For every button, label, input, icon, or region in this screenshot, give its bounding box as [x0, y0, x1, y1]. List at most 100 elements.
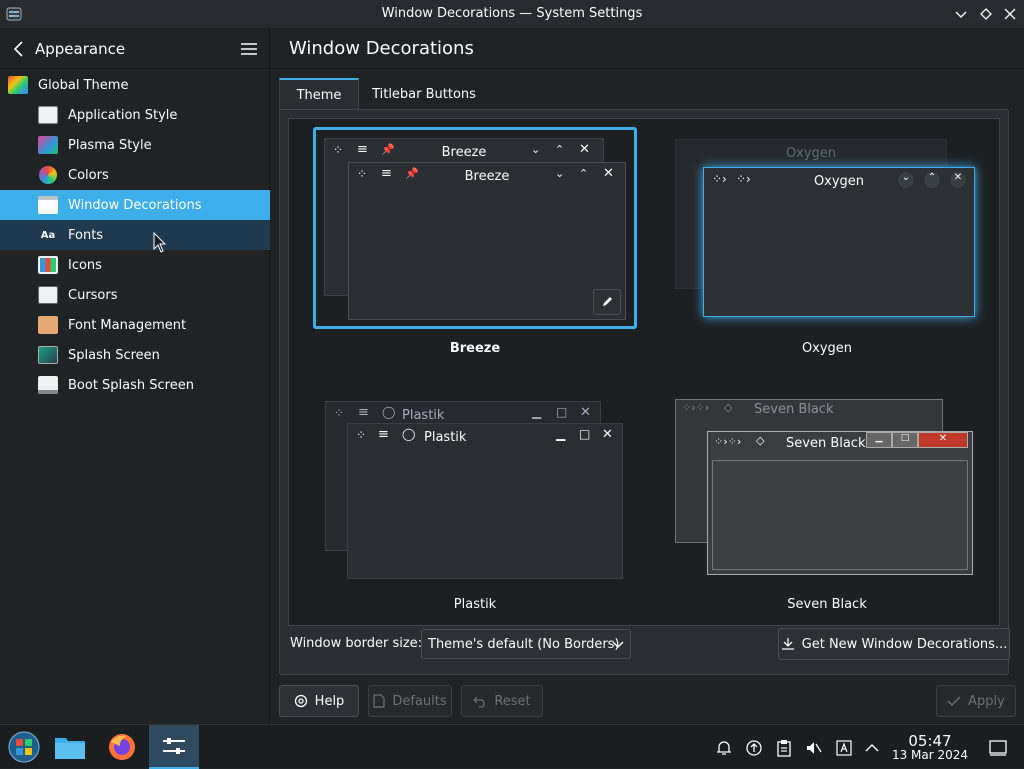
decoration-tile-plastik[interactable]: ⁘ ≡ ◯ Plastik ▁ □ ✕ ⁘ ≡ ◯ Plastik ▁ □ ✕	[313, 389, 637, 591]
seven-black-front-titlebar: ⁘›⁘› ◇ Seven Black ▁ □ ✕	[708, 432, 972, 454]
clipboard-icon	[777, 740, 791, 757]
apply-button[interactable]: Apply	[936, 685, 1016, 717]
chevron-up-icon: ⌃	[924, 172, 940, 188]
oxygen-back-title: Oxygen	[785, 145, 837, 161]
keyboard-layout-tray-icon[interactable]	[834, 738, 854, 758]
decoration-grid: ⁘ ≡ 📌 Breeze ⌄ ⌃ ✕ ⁘ ≡ 📌 Breeze ⌄ ⌃ ✕ Br…	[288, 118, 1000, 626]
decoration-tile-oxygen[interactable]: Oxygen ⁘› ⁘› Oxygen ⌄ ⌃ ✕	[665, 127, 989, 329]
minimize-button[interactable]	[952, 5, 970, 23]
sidebar-item-label: Global Theme	[38, 77, 129, 93]
page-title: Window Decorations	[289, 38, 474, 59]
sidebar-item-label: Colors	[68, 167, 109, 183]
folder-icon	[55, 738, 85, 759]
chevron-up-icon: ⌃	[555, 143, 565, 156]
theme-panel: ⁘ ≡ 📌 Breeze ⌄ ⌃ ✕ ⁘ ≡ 📌 Breeze ⌄ ⌃ ✕ Br…	[279, 109, 1010, 675]
notifications-tray-icon[interactable]	[714, 738, 734, 758]
sidebar-item-fonts[interactable]: Aa Fonts	[0, 220, 270, 250]
clipboard-tray-icon[interactable]	[774, 738, 794, 758]
dots-icon: ⁘›⁘›	[682, 401, 710, 414]
sidebar-item-icons[interactable]: Icons	[0, 250, 270, 280]
text-input-icon	[836, 740, 852, 756]
sidebar-item-label: Window Decorations	[68, 197, 202, 213]
window-decorations-icon	[38, 196, 58, 214]
taskbar-firefox[interactable]	[98, 725, 146, 769]
plastik-front-title: Plastik	[424, 429, 467, 445]
chevron-down-icon: ⌄	[531, 143, 541, 156]
sidebar-item-colors[interactable]: Colors	[0, 160, 270, 190]
sidebar-item-application-style[interactable]: Application Style	[0, 100, 270, 130]
back-arrow-icon[interactable]	[11, 40, 27, 58]
hamburger-menu-icon[interactable]	[240, 41, 258, 57]
sidebar-item-global-theme[interactable]: Global Theme	[0, 70, 270, 100]
chevron-down-icon	[612, 641, 624, 648]
circle-icon: ◯	[402, 427, 416, 441]
document-icon	[373, 694, 385, 708]
clock-date[interactable]: 13 Mar 2024	[888, 748, 972, 762]
sidebar-item-window-decorations[interactable]: Window Decorations	[0, 190, 270, 220]
keep-above-button[interactable]	[977, 5, 995, 23]
undo-icon	[473, 696, 485, 708]
settings-sliders-icon	[163, 738, 185, 754]
seven-black-back-titlebar: ⁘›⁘› ◇ Seven Black	[676, 400, 942, 420]
taskbar-file-manager[interactable]	[46, 725, 94, 769]
sidebar-item-font-management[interactable]: Font Management	[0, 310, 270, 340]
get-new-decorations-label: Get New Window Decorations...	[801, 636, 1008, 652]
sidebar-item-boot-splash-screen[interactable]: Boot Splash Screen	[0, 370, 270, 400]
tab-titlebar-buttons[interactable]: Titlebar Buttons	[362, 78, 486, 110]
border-size-label: Window border size:	[290, 636, 423, 651]
start-menu-button[interactable]	[0, 725, 48, 769]
sidebar-item-cursors[interactable]: Cursors	[0, 280, 270, 310]
help-button[interactable]: Help	[279, 685, 359, 717]
reset-label: Reset	[494, 693, 531, 709]
fonts-icon: Aa	[40, 229, 56, 241]
show-hidden-tray-button[interactable]	[862, 738, 882, 758]
show-desktop-button[interactable]	[988, 738, 1008, 758]
sidebar-item-label: Boot Splash Screen	[68, 377, 194, 393]
font-management-icon	[38, 316, 58, 334]
seven-black-client-area	[712, 460, 968, 570]
sidebar-item-label: Plasma Style	[68, 137, 152, 153]
maximize-icon: □	[556, 405, 568, 419]
help-icon	[294, 694, 307, 708]
seven-black-back-title: Seven Black	[754, 402, 834, 417]
sidebar-item-label: Font Management	[68, 317, 187, 333]
menu-icon: ≡	[358, 405, 369, 420]
decoration-tile-seven-black[interactable]: ⁘›⁘› ◇ Seven Black ⁘›⁘› ◇ Seven Black ▁ …	[665, 389, 989, 591]
sidebar: Appearance Global Theme Application Styl…	[0, 29, 270, 724]
sidebar-item-splash-screen[interactable]: Splash Screen	[0, 340, 270, 370]
oxygen-back-titlebar: Oxygen	[676, 140, 946, 166]
sidebar-item-label: Cursors	[68, 287, 118, 303]
main-content: Window Decorations Theme Titlebar Button…	[271, 29, 1024, 724]
border-size-select[interactable]: Theme's default (No Borders)	[421, 629, 631, 659]
close-button[interactable]	[1001, 5, 1019, 23]
pencil-icon	[603, 297, 612, 306]
minimize-icon: ▁	[866, 432, 892, 448]
sidebar-item-label: Icons	[68, 257, 102, 273]
get-new-decorations-button[interactable]: Get New Window Decorations...	[778, 628, 1010, 660]
seven-black-preview-front: ⁘›⁘› ◇ Seven Black ▁ □ ✕	[707, 431, 973, 575]
sidebar-header-title[interactable]: Appearance	[35, 40, 125, 58]
decoration-name-oxygen: Oxygen	[801, 341, 853, 356]
menu-icon: ≡	[378, 427, 389, 442]
edit-decoration-button[interactable]	[593, 289, 621, 315]
defaults-button[interactable]: Defaults	[368, 685, 452, 717]
reset-button[interactable]: Reset	[461, 685, 543, 717]
oxygen-preview-front: ⁘› ⁘› Oxygen ⌄ ⌃ ✕	[703, 167, 975, 317]
chevron-up-icon: ⌃	[579, 167, 589, 180]
taskbar-system-settings[interactable]	[149, 725, 199, 769]
decoration-tile-breeze[interactable]: ⁘ ≡ 📌 Breeze ⌄ ⌃ ✕ ⁘ ≡ 📌 Breeze ⌄ ⌃ ✕	[313, 127, 637, 329]
firefox-icon	[109, 734, 135, 760]
taskbar: 05:47 13 Mar 2024	[0, 724, 1024, 769]
close-icon: ✕	[602, 427, 613, 442]
volume-tray-icon[interactable]	[804, 738, 824, 758]
close-icon: ✕	[579, 142, 590, 157]
global-theme-icon	[8, 76, 28, 94]
sidebar-item-label: Splash Screen	[68, 347, 160, 363]
sidebar-header: Appearance	[0, 29, 269, 69]
plastik-front-titlebar: ⁘ ≡ ◯ Plastik ▁ □ ✕	[348, 424, 622, 450]
breeze-preview-front: ⁘ ≡ 📌 Breeze ⌄ ⌃ ✕	[348, 162, 626, 320]
tab-theme[interactable]: Theme	[279, 78, 359, 110]
checkmark-icon	[947, 696, 961, 706]
updates-tray-icon[interactable]	[744, 738, 764, 758]
sidebar-item-plasma-style[interactable]: Plasma Style	[0, 130, 270, 160]
